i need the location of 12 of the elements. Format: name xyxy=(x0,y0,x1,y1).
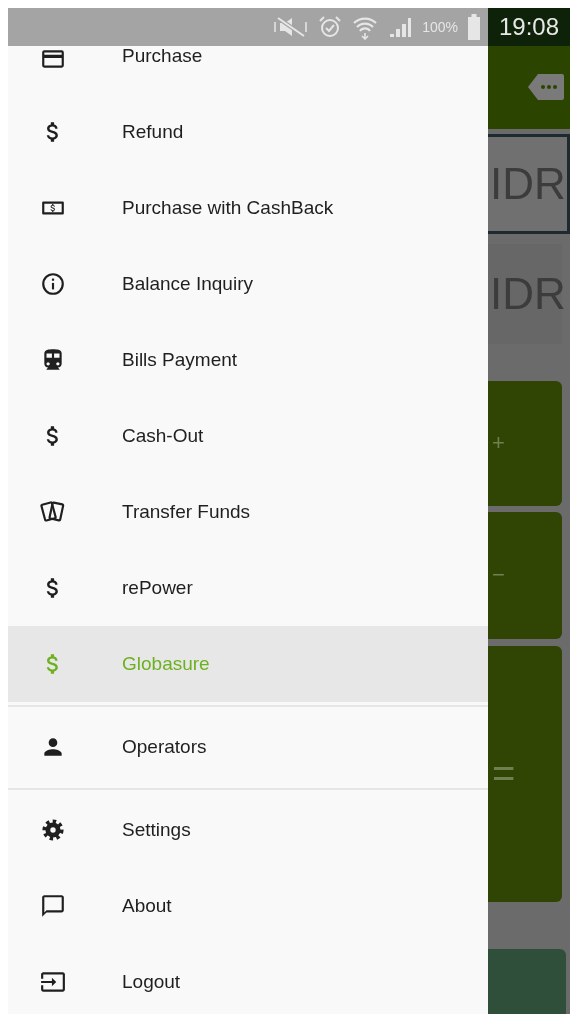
mute-icon xyxy=(274,16,309,38)
battery-icon xyxy=(468,14,480,40)
chat-bubble-icon xyxy=(40,893,66,919)
backspace-icon[interactable] xyxy=(528,74,564,101)
cards-icon xyxy=(40,499,66,525)
signal-icon xyxy=(388,15,413,39)
clock-time: 19:08 xyxy=(498,13,560,41)
settings-icon xyxy=(40,817,66,843)
battery-percent: 100% xyxy=(422,19,458,35)
info-icon xyxy=(40,271,66,297)
alarm-icon xyxy=(318,15,343,39)
logout-icon xyxy=(40,969,66,995)
